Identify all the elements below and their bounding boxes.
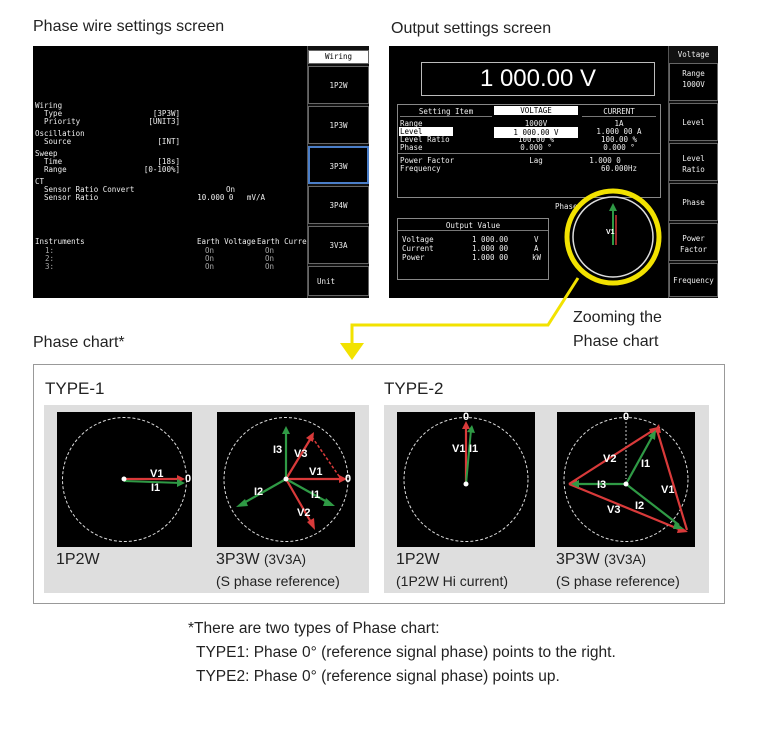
chart2-sub: (S phase reference): [216, 573, 340, 589]
v3-label: V3: [294, 448, 307, 460]
zero-label: 0: [345, 473, 351, 485]
zoom-caption-line2: Phase chart: [573, 333, 659, 350]
type2-3p3w-chart: 0 V2 I1 I3 V1 V3 I2: [557, 412, 695, 547]
type1-3p3w-chart: I3 V3 V1 0 I2 I1 V2: [217, 412, 355, 547]
i1-label: I1: [311, 489, 320, 501]
v3-label: V3: [607, 504, 620, 516]
type1-title: TYPE-1: [45, 379, 105, 398]
zoom-caption-line1: Zooming the: [573, 309, 662, 326]
i3-label: I3: [273, 444, 282, 456]
footnote-line1: *There are two types of Phase chart:: [188, 620, 440, 637]
i3-label: I3: [597, 479, 606, 491]
i1-label: I1: [641, 458, 650, 470]
zero-label: 0: [463, 412, 469, 423]
chart3-label: 1P2W: [396, 551, 440, 568]
zero-label: 0: [185, 473, 191, 485]
v1-label: V1: [661, 484, 674, 496]
small-phase-chart: V1: [564, 188, 662, 286]
i2-label: I2: [254, 486, 263, 498]
chart3-sub: (1P2W Hi current): [396, 573, 509, 589]
small-chart-v1-label: V1: [606, 229, 615, 236]
phase-chart-panel: TYPE-1 TYPE-2 V1 I1 0 1P2W I3 V3 V1 0 I2…: [33, 364, 725, 604]
zoom-arrow-line: [350, 277, 580, 345]
v1-label: V1: [309, 466, 322, 478]
chart4-sub: (S phase reference): [556, 573, 680, 589]
i2-label: I2: [635, 500, 644, 512]
v2-label: V2: [603, 453, 616, 465]
v1-label: V1: [452, 443, 465, 455]
chart1-label: 1P2W: [56, 551, 100, 568]
type2-title: TYPE-2: [384, 379, 444, 398]
i1-label: I1: [151, 482, 160, 494]
footnote-line2: TYPE1: Phase 0° (reference signal phase)…: [196, 644, 616, 661]
zoom-arrowhead: [340, 343, 364, 360]
i1-label: I1: [469, 443, 478, 455]
v2-label: V2: [297, 507, 310, 519]
phase-chart-caption: Phase chart*: [33, 334, 125, 351]
type1-1p2w-chart: V1 I1 0: [57, 412, 192, 547]
footnote-line3: TYPE2: Phase 0° (reference signal phase)…: [196, 668, 560, 685]
chart2-label: 3P3W (3V3A): [216, 551, 307, 568]
zero-label: 0: [623, 412, 629, 423]
chart4-label: 3P3W (3V3A): [556, 551, 647, 568]
v1-label: V1: [150, 468, 163, 480]
type2-1p2w-chart: 0 V1 I1: [397, 412, 535, 547]
